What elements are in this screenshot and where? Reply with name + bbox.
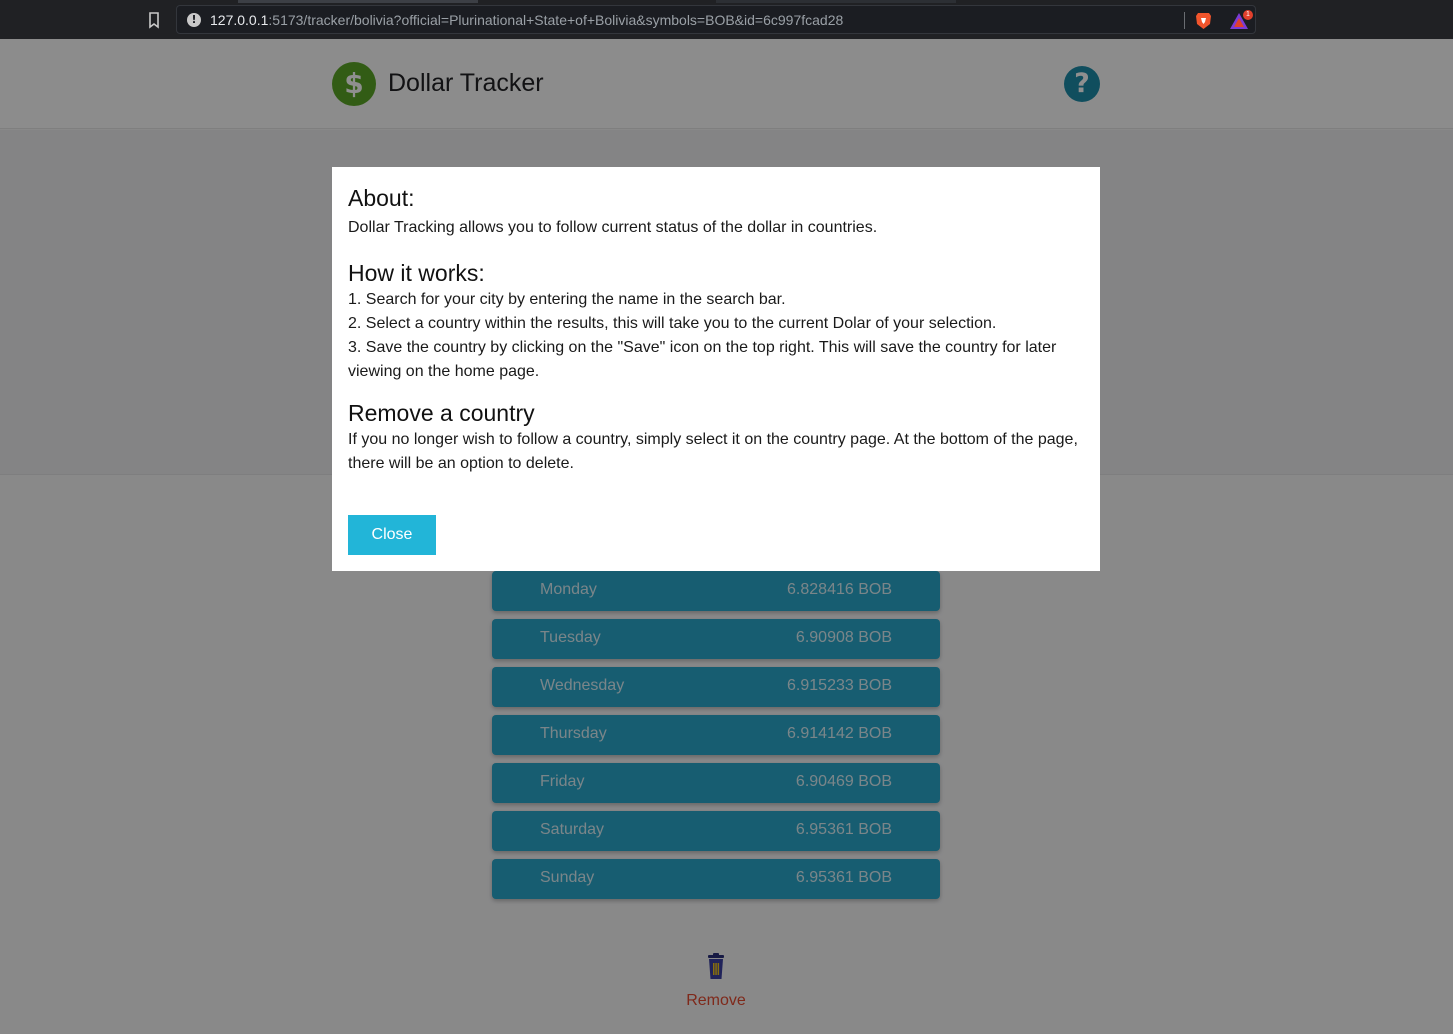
remove-country-heading: Remove a country: [348, 400, 535, 426]
remove-country-text: If you no longer wish to follow a countr…: [348, 431, 1078, 472]
how-it-works-heading: How it works:: [348, 260, 485, 286]
url-text[interactable]: 127.0.0.1:5173/tracker/bolivia?official=…: [210, 12, 843, 28]
step-text: 1. Search for your city by entering the …: [348, 291, 786, 308]
close-button[interactable]: Close: [348, 515, 436, 555]
about-text: Dollar Tracking allows you to follow cur…: [348, 219, 878, 236]
about-modal: About: Dollar Tracking allows you to fol…: [332, 167, 1100, 571]
url-path: :5173/tracker/bolivia?official=Plurinati…: [268, 12, 844, 28]
step-text: 3. Save the country by clicking on the "…: [348, 339, 1057, 380]
address-bar[interactable]: ! 127.0.0.1:5173/tracker/bolivia?officia…: [176, 5, 1256, 34]
about-heading: About:: [348, 185, 415, 211]
step-text: 2. Select a country within the results, …: [348, 315, 997, 332]
notification-badge: 1: [1243, 10, 1253, 20]
url-host: 127.0.0.1: [210, 12, 269, 28]
tab-indicator: [716, 0, 956, 3]
browser-toolbar: ! 127.0.0.1:5173/tracker/bolivia?officia…: [0, 0, 1453, 39]
tab-indicator: [238, 0, 478, 3]
brave-shields-icon[interactable]: [1195, 11, 1212, 30]
bookmark-icon[interactable]: [146, 11, 162, 29]
divider: [1184, 12, 1185, 29]
site-info-icon[interactable]: !: [187, 13, 201, 27]
